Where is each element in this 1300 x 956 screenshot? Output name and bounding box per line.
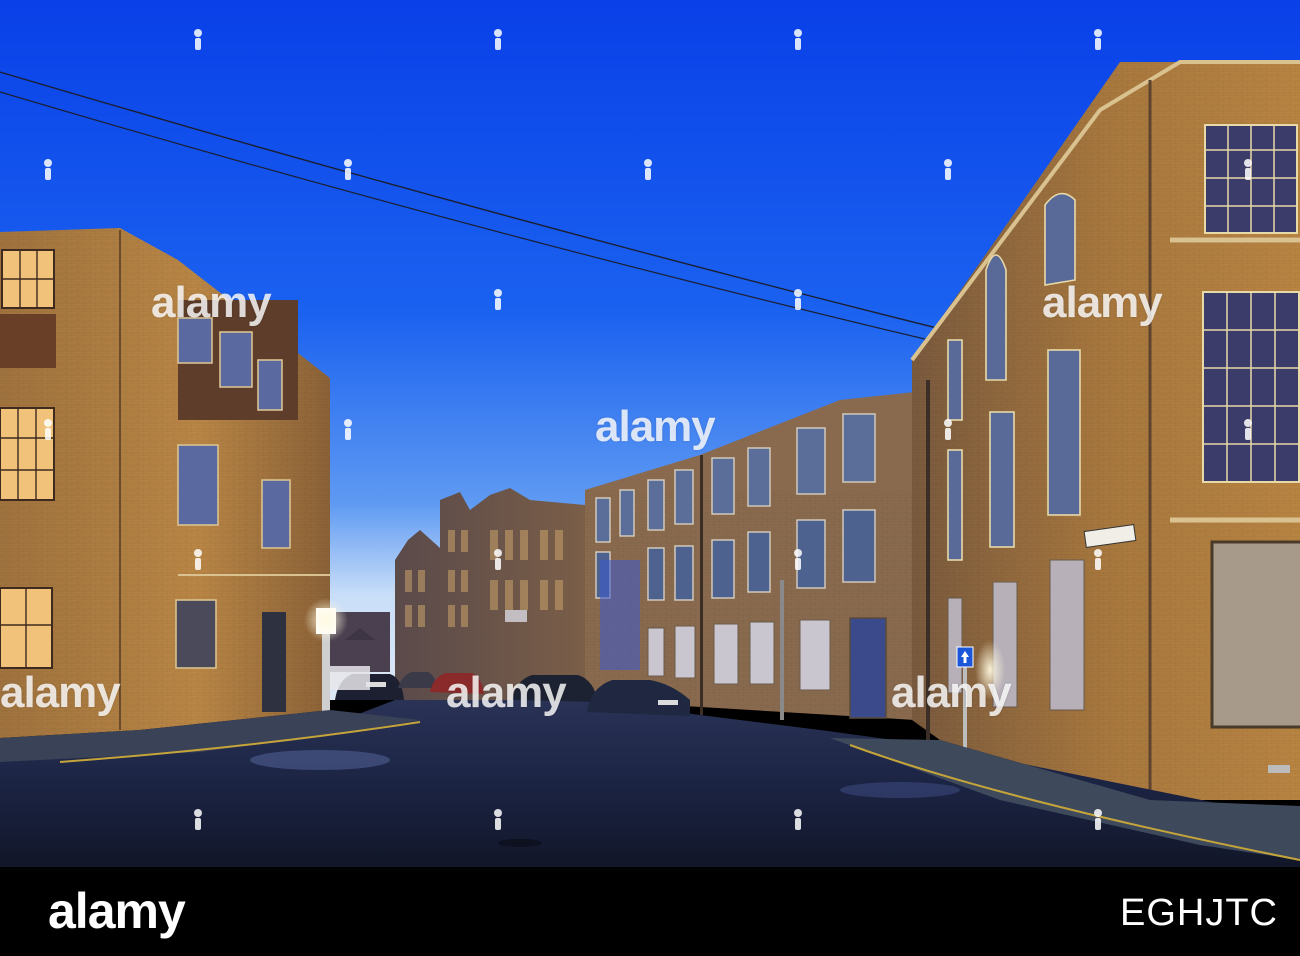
alamy-dot-icon <box>1092 548 1104 570</box>
alamy-dot-icon <box>792 808 804 830</box>
alamy-dot-icon <box>192 28 204 50</box>
alamy-dot-icon <box>942 158 954 180</box>
watermark-text: alamy <box>0 668 121 717</box>
alamy-dot-icon <box>192 548 204 570</box>
brand-logo[interactable]: alamy <box>48 881 186 941</box>
footer-bar: alamy EGHJTC <box>0 867 1300 956</box>
alamy-dot-icon <box>1242 418 1254 440</box>
alamy-dot-icon <box>792 548 804 570</box>
alamy-dot-icon <box>1092 808 1104 830</box>
image-id-label: EGHJTC <box>1120 892 1278 934</box>
stock-photo: alamy alamy alamy alamy alamy alamy alam… <box>0 0 1300 956</box>
alamy-dot-icon <box>642 158 654 180</box>
alamy-dot-icon <box>1242 158 1254 180</box>
alamy-dot-icon <box>942 418 954 440</box>
watermark-text: alamy <box>1042 278 1163 327</box>
watermark-text: alamy <box>151 278 272 327</box>
watermark-text: alamy <box>595 402 716 451</box>
alamy-dot-icon <box>192 808 204 830</box>
alamy-dot-icon <box>492 548 504 570</box>
alamy-dot-icon <box>42 158 54 180</box>
alamy-dot-icon <box>492 28 504 50</box>
alamy-dot-icon <box>492 288 504 310</box>
alamy-dot-icon <box>792 288 804 310</box>
alamy-dot-icon <box>792 28 804 50</box>
alamy-dot-icon <box>342 418 354 440</box>
alamy-dot-icon <box>1092 28 1104 50</box>
alamy-dot-icon <box>342 158 354 180</box>
alamy-dot-icon <box>492 808 504 830</box>
watermark-text: alamy <box>446 668 567 717</box>
alamy-dot-icon <box>42 418 54 440</box>
boarded-window <box>1210 540 1300 729</box>
watermark-text: alamy <box>891 668 1012 717</box>
